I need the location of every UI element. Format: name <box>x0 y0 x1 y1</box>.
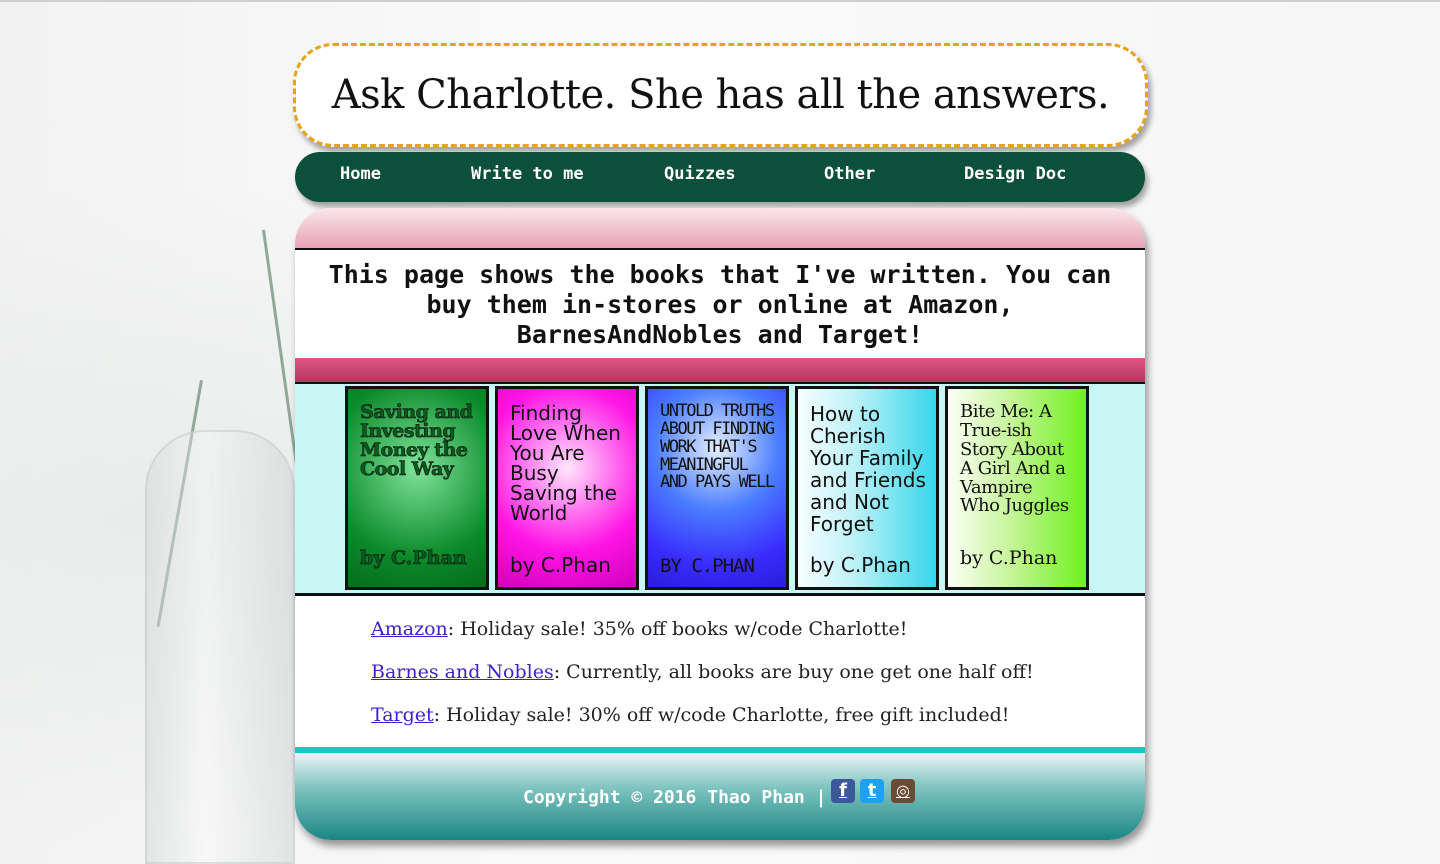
amazon-link[interactable]: Amazon <box>371 618 448 640</box>
nav-quizzes[interactable]: Quizzes <box>664 164 736 184</box>
book-title: Bite Me: A True-ish Story About A Girl A… <box>960 401 1069 517</box>
store-amazon: Amazon: Holiday sale! 35% off books w/co… <box>371 618 907 640</box>
book-author: by C.Phan <box>360 547 467 570</box>
vase-decoration <box>145 430 295 864</box>
site-header: Ask Charlotte. She has all the answers. <box>293 43 1148 147</box>
facebook-icon[interactable]: f <box>831 779 855 803</box>
nav-home[interactable]: Home <box>340 164 381 184</box>
book-title: Finding Love When You Are Busy Saving th… <box>510 401 621 525</box>
intro-section: This page shows the books that I've writ… <box>295 248 1145 360</box>
store-barnes-nobles: Barnes and Nobles: Currently, all books … <box>371 661 1034 683</box>
site-title: Ask Charlotte. She has all the answers. <box>331 72 1110 118</box>
target-link[interactable]: Target <box>371 704 434 726</box>
book-author: by C.Phan <box>810 553 911 577</box>
nav-design-doc[interactable]: Design Doc <box>964 164 1066 184</box>
store-links-section: Amazon: Holiday sale! 35% off books w/co… <box>295 596 1145 748</box>
book-cover-bite-me[interactable]: Bite Me: A True-ish Story About A Girl A… <box>945 386 1089 590</box>
book-cover-finding-love[interactable]: Finding Love When You Are Busy Saving th… <box>495 386 639 590</box>
site-footer: Copyright © 2016 Thao Phan | f t ◎ <box>295 747 1145 840</box>
pink-band-divider <box>295 358 1145 384</box>
book-author: by C.Phan <box>510 553 611 577</box>
intro-text: This page shows the books that I've writ… <box>328 260 1112 349</box>
main-content: This page shows the books that I've writ… <box>295 208 1145 840</box>
store-target: Target: Holiday sale! 30% off w/code Cha… <box>371 704 1009 726</box>
main-nav: Home Write to me Quizzes Other Design Do… <box>295 152 1145 202</box>
book-cover-saving-investing[interactable]: Saving and Investing Money the Cool Way … <box>345 386 489 590</box>
book-title: Untold Truths About Finding Work That's … <box>660 401 775 493</box>
store-offer-text: : Currently, all books are buy one get o… <box>553 661 1034 683</box>
twitter-icon[interactable]: t <box>860 779 884 803</box>
store-offer-text: : Holiday sale! 35% off books w/code Cha… <box>447 618 908 640</box>
book-cover-cherish-family[interactable]: How to Cherish Your Family and Friends a… <box>795 386 939 590</box>
nav-other[interactable]: Other <box>824 164 875 184</box>
book-title: How to Cherish Your Family and Friends a… <box>810 402 926 536</box>
copyright-text: Copyright © 2016 Thao Phan | <box>523 787 827 808</box>
nav-write-to-me[interactable]: Write to me <box>471 164 584 184</box>
book-author: by C.Phan <box>660 555 755 577</box>
book-title: Saving and Investing Money the Cool Way <box>360 401 474 480</box>
store-offer-text: : Holiday sale! 30% off w/code Charlotte… <box>433 704 1010 726</box>
book-gallery: Saving and Investing Money the Cool Way … <box>295 384 1145 596</box>
book-author: by C.Phan <box>960 547 1058 569</box>
book-cover-untold-truths[interactable]: Untold Truths About Finding Work That's … <box>645 386 789 590</box>
barnes-and-nobles-link[interactable]: Barnes and Nobles <box>371 661 554 683</box>
instagram-icon[interactable]: ◎ <box>891 779 915 803</box>
pink-band-top <box>295 208 1145 248</box>
